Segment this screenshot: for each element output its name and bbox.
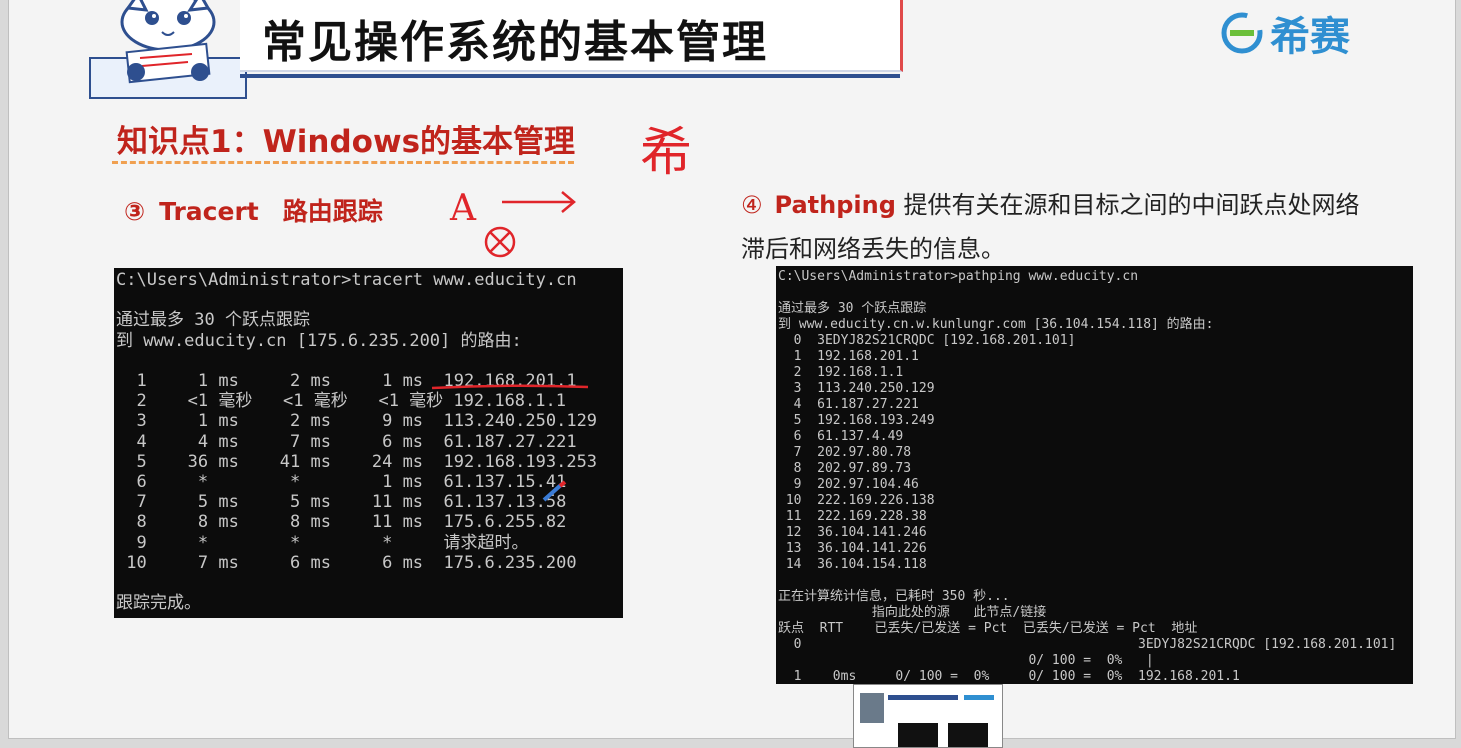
terminal-line: 4 4 ms 7 ms 6 ms 61.187.27.221 [116,431,577,452]
terminal-line: 12 36.104.141.246 [778,525,927,540]
section-pathping-heading: ④ Pathping 提供有关在源和目标之间的中间跃点处网络滞后和网络丢失的信息。 [741,183,1381,271]
terminal-line: 跃点 RTT 已丢失/已发送 = Pct 已丢失/已发送 = Pct 地址 [778,621,1198,636]
section-keyword: Pathping [774,191,896,219]
brand-logo: 希赛 [1220,8,1410,60]
section-description: 路由跟踪 [282,197,383,226]
handwritten-arrow-annotation: A [449,188,576,258]
terminal-line: 跟踪完成。 [116,593,201,614]
terminal-line: 0 3EDYJ82S21CRQDC [192.168.201.101] [778,637,1397,652]
terminal-line: 8 8 ms 8 ms 11 ms 175.6.255.82 [116,512,567,533]
terminal-line: 到 www.educity.cn.w.kunlungr.com [36.104.… [778,317,1214,332]
terminal-line: 1 0ms 0/ 100 = 0% 0/ 100 = 0% 192.168.20… [778,669,1240,684]
terminal-line: 13 36.104.141.226 [778,541,927,556]
section-number: ③ [124,197,146,226]
terminal-line: 7 202.97.80.78 [778,445,912,460]
terminal-line: 5 192.168.193.249 [778,413,935,428]
terminal-line: 8 202.97.89.73 [778,461,912,476]
terminal-line: 通过最多 30 个跃点跟踪 [116,310,310,331]
terminal-line: 9 202.97.104.46 [778,477,919,492]
terminal-line: 3 1 ms 2 ms 9 ms 113.240.250.129 [116,411,598,432]
terminal-line: 指向此处的源 此节点/链接 [778,605,1047,620]
terminal-line: 3 113.240.250.129 [778,381,935,396]
tracert-terminal-screenshot: C:\Users\Administrator>tracert www.educi… [114,268,623,618]
handwritten-annotation: 希 [640,123,693,183]
thumbnail-terminal-left [898,723,938,747]
terminal-line: 14 36.104.154.118 [778,557,927,572]
section-tracert-heading: ③ Tracert 路由跟踪 [124,192,383,228]
terminal-line: 2 192.168.1.1 [778,365,904,380]
handwritten-underline-annotation [431,384,589,390]
terminal-line: 5 36 ms 41 ms 24 ms 192.168.193.253 [116,451,598,472]
terminal-line: 6 61.137.4.49 [778,429,904,444]
terminal-line: 1 192.168.201.1 [778,349,919,364]
knowledge-point-title: 知识点1：Windows的基本管理 [117,124,576,160]
handwritten-letter: A [449,188,477,229]
section-keyword: Tracert [159,197,259,226]
presenter-photo [860,693,884,723]
terminal-line: 4 61.187.27.221 [778,397,919,412]
terminal-line: 0 3EDYJ82S21CRQDC [192.168.201.101] [778,333,1076,348]
terminal-line: C:\Users\Administrator>pathping www.educ… [778,269,1139,284]
brand-e-icon [1221,12,1263,54]
pen-cursor-icon [542,480,567,502]
terminal-line: 通过最多 30 个跃点跟踪 [778,301,927,316]
thumbnail-title-bar [888,695,958,700]
thumbnail-terminal-right [948,723,988,747]
terminal-line: 9 * * * 请求超时。 [116,532,529,553]
terminal-line: 10 222.169.226.138 [778,493,935,508]
brand-name: 希赛 [1270,14,1350,60]
dashed-underline [112,161,574,164]
slide-title: 常见操作系统的基本管理 [262,17,768,68]
presenter-video-thumbnail[interactable] [853,684,1003,748]
terminal-line: 2 <1 毫秒 <1 毫秒 <1 毫秒 192.168.1.1 [116,391,566,412]
section-number: ④ [741,191,763,219]
terminal-line: 10 7 ms 6 ms 6 ms 175.6.235.200 [116,552,577,573]
cat-mascot-illustration [89,0,247,99]
thumbnail-logo-bar [964,695,994,700]
terminal-line: C:\Users\Administrator>tracert www.educi… [116,270,577,290]
terminal-line: 0/ 100 = 0% | [778,653,1154,668]
terminal-line: 正在计算统计信息，已耗时 350 秒... [778,589,1010,604]
pathping-terminal-screenshot: C:\Users\Administrator>pathping www.educ… [776,266,1413,684]
terminal-line: 到 www.educity.cn [175.6.235.200] 的路由: [116,330,522,351]
terminal-line: 11 222.169.228.38 [778,509,927,524]
